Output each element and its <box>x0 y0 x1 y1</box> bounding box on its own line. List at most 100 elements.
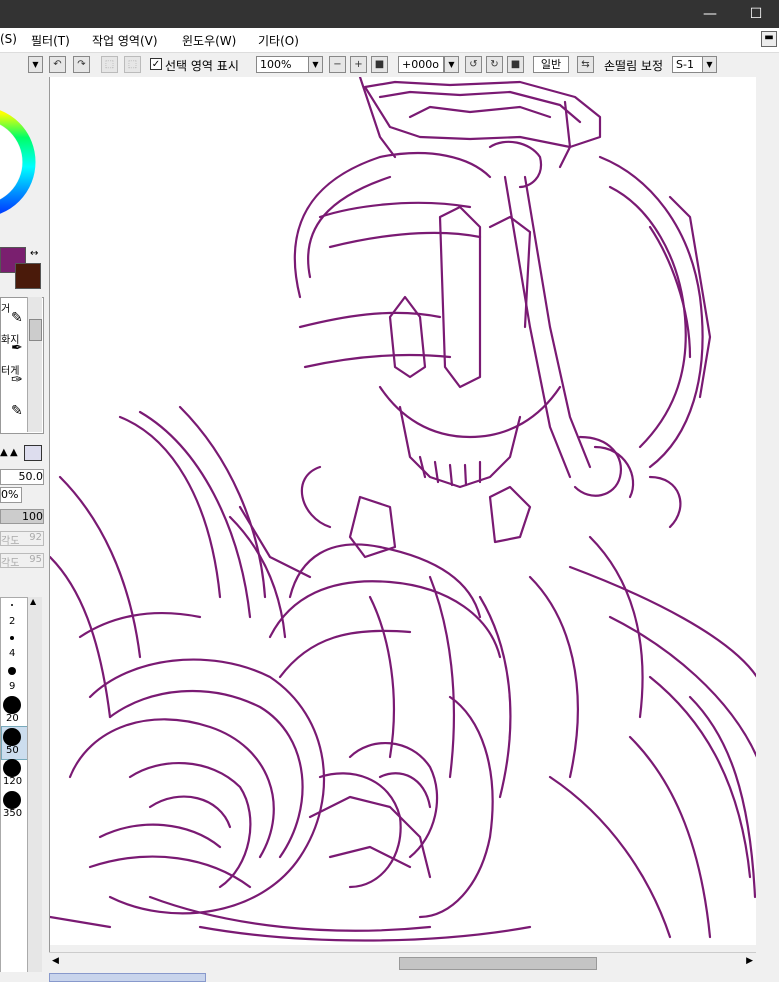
density-bar[interactable]: 100 <box>0 509 44 524</box>
brush-size-dot[interactable] <box>10 636 14 640</box>
brush-size-label[interactable]: 20 <box>6 713 19 724</box>
close-icon: ▬ <box>764 32 774 43</box>
sketch-artwork <box>50 77 757 942</box>
rotate-left-button[interactable]: ↺ <box>465 56 482 73</box>
scroll-right-icon[interactable]: ▶ <box>746 956 753 966</box>
menu-close-button[interactable]: ▬ <box>761 31 777 47</box>
mode-select[interactable]: 일반 <box>533 56 569 73</box>
stabilizer-label: 손떨림 보정 <box>604 59 664 73</box>
stabilizer-dropdown-button[interactable]: ▼ <box>702 56 717 73</box>
option2-value: 95 <box>29 554 42 565</box>
brush-size-dot[interactable] <box>3 728 21 746</box>
size-value: 50.0 <box>18 470 44 483</box>
option1-value: 92 <box>29 532 42 543</box>
menu-window[interactable]: 윈도우(W) <box>182 32 236 49</box>
scroll-left-icon[interactable]: ◀ <box>52 956 59 966</box>
shape-icon[interactable]: ▲ <box>0 447 8 458</box>
menu-bar: (S) 필터(T) 작업 영역(V) 윈도우(W) 기타(O) ▬ <box>0 28 779 53</box>
menu-selection[interactable]: (S) <box>0 32 17 46</box>
reset-icon: ■ <box>510 59 521 70</box>
brush-icon[interactable]: ✒ <box>11 340 23 356</box>
rotate-reset-button[interactable]: ■ <box>507 56 524 73</box>
chevron-down-icon: ▼ <box>312 60 319 69</box>
brush-size-dot[interactable] <box>3 696 21 714</box>
horizontal-scrollbar[interactable]: ◀ ▶ <box>49 952 756 973</box>
option1-field[interactable]: 각도 92 <box>0 531 44 547</box>
min-size-field[interactable]: 0% <box>0 487 22 503</box>
rotation-select[interactable]: +000o <box>398 56 444 73</box>
toolbar-dropdown[interactable]: ▼ <box>28 56 43 73</box>
brush-size-dot[interactable] <box>8 667 16 675</box>
swap-colors-icon[interactable]: ↔ <box>30 248 38 259</box>
density-value: 100 <box>22 510 43 523</box>
undo-button[interactable]: ↶ <box>49 56 66 73</box>
bottom-panel <box>0 972 779 982</box>
invert-selection-icon: ⬚ <box>127 59 138 70</box>
toolbar: ▼ ↶ ↷ ⬚ ⬚ ✓ 선택 영역 표시 100% ▼ − + ■ +000o … <box>0 53 779 77</box>
minus-icon: − <box>333 59 342 70</box>
flip-horizontal-button[interactable]: ⇆ <box>577 56 594 73</box>
menu-filter[interactable]: 필터(T) <box>31 32 70 49</box>
scrollbar-thumb[interactable] <box>399 957 597 970</box>
zoom-dropdown-button[interactable]: ▼ <box>308 56 323 73</box>
undo-icon: ↶ <box>53 59 62 70</box>
brush-size-label[interactable]: 350 <box>3 808 22 819</box>
brush-size-scrollbar[interactable]: ▲ <box>27 597 42 977</box>
brush-size-dot[interactable] <box>3 791 21 809</box>
pencil-icon[interactable]: ✎ <box>11 310 23 326</box>
zoom-in-button[interactable]: + <box>350 56 367 73</box>
plus-icon: + <box>354 59 363 70</box>
brush-size-list: 2 4 9 20 50 120 350 <box>0 597 29 979</box>
show-selection-label: 선택 영역 표시 <box>165 59 239 73</box>
zoom-reset-button[interactable]: ■ <box>371 56 388 73</box>
title-bar: — ☐ <box>0 0 779 28</box>
size-field[interactable]: 50.0 <box>0 469 44 485</box>
rotate-left-icon: ↺ <box>469 59 478 70</box>
chevron-down-icon: ▼ <box>706 60 713 69</box>
option2-label: 각도 <box>1 558 20 569</box>
marker-icon[interactable]: ✑ <box>11 372 23 388</box>
rotate-right-icon: ↻ <box>490 59 499 70</box>
brush-size-label[interactable]: 4 <box>9 648 15 659</box>
bottom-tab[interactable] <box>49 973 206 982</box>
sub-color-swatch[interactable] <box>15 263 41 289</box>
check-icon: ✓ <box>151 59 161 70</box>
brush-size-dot[interactable] <box>11 604 13 606</box>
reset-icon: ■ <box>374 59 385 70</box>
brush-size-label[interactable]: 120 <box>3 776 22 787</box>
stabilizer-select[interactable]: S-1 <box>672 56 705 73</box>
maximize-icon: ☐ <box>749 6 763 22</box>
deselect-icon: ⬚ <box>104 59 115 70</box>
option1-label: 각도 <box>1 536 20 547</box>
tool-label-eraser[interactable]: 거 <box>1 300 10 315</box>
pen-icon[interactable]: ✎ <box>11 403 23 419</box>
zoom-out-button[interactable]: − <box>329 56 346 73</box>
brush-size-label[interactable]: 9 <box>9 681 15 692</box>
maximize-button[interactable]: ☐ <box>733 0 779 28</box>
rotation-dropdown-button[interactable]: ▼ <box>444 56 459 73</box>
tool-scrollbar[interactable] <box>27 297 42 432</box>
zoom-select[interactable]: 100% <box>256 56 311 73</box>
shape-icon[interactable]: ▲ <box>10 447 18 458</box>
flip-icon: ⇆ <box>581 59 590 70</box>
brush-shapes[interactable]: ▲ ▲ <box>0 445 49 463</box>
min-size-value: 0% <box>1 488 19 501</box>
minimize-button[interactable]: — <box>687 0 733 28</box>
deselect-button[interactable]: ⬚ <box>101 56 118 73</box>
rotate-right-button[interactable]: ↻ <box>486 56 503 73</box>
menu-other[interactable]: 기타(O) <box>258 32 299 49</box>
shape-selected-icon[interactable] <box>24 445 42 461</box>
brush-size-dot[interactable] <box>3 759 21 777</box>
show-selection-checkbox[interactable]: ✓ <box>150 58 162 70</box>
left-panel: ↔ 거 ✎ 화지 ✒ 터게 ✑ ✎ ▲ ▲ 50.0 0% 100 각도 92 … <box>0 77 50 980</box>
tool-scrollbar-thumb[interactable] <box>29 319 42 341</box>
option2-field[interactable]: 각도 95 <box>0 553 44 569</box>
redo-button[interactable]: ↷ <box>73 56 90 73</box>
invert-selection-button[interactable]: ⬚ <box>124 56 141 73</box>
brush-size-label-selected[interactable]: 50 <box>6 745 19 756</box>
drawing-canvas[interactable] <box>49 77 757 945</box>
scroll-up-icon[interactable]: ▲ <box>30 597 36 606</box>
chevron-down-icon: ▼ <box>448 60 455 69</box>
brush-size-label[interactable]: 2 <box>9 616 15 627</box>
menu-workspace[interactable]: 작업 영역(V) <box>92 32 158 49</box>
